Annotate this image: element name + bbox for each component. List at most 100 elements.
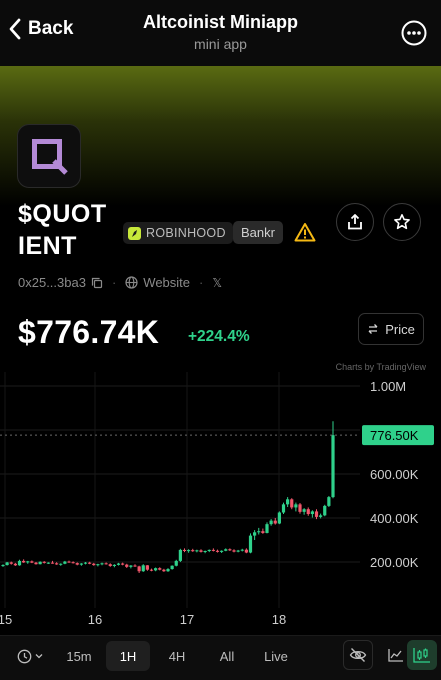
candle [306, 507, 310, 516]
candle [170, 565, 174, 570]
candle [220, 550, 224, 553]
interval-all[interactable]: All [208, 641, 246, 671]
globe-icon [125, 276, 138, 289]
candle [265, 522, 269, 534]
candle [121, 562, 125, 566]
price-toggle-label: Price [385, 321, 415, 337]
more-options-button[interactable] [401, 20, 427, 51]
chart-canvas: 1.00M 600.00K 400.00K 200.00K 776.50K 15 16 17… [0, 372, 434, 627]
price-toggle-button[interactable]: Price [358, 313, 424, 345]
candle [290, 498, 294, 510]
candle [215, 549, 220, 553]
candle [298, 503, 302, 514]
candle [269, 519, 273, 526]
candle [26, 560, 30, 564]
candle [133, 564, 137, 567]
svg-text:776.50K: 776.50K [370, 428, 419, 443]
interval-4h[interactable]: 4H [160, 641, 194, 671]
candle [257, 527, 261, 535]
candle [22, 559, 26, 563]
contract-address: 0x25...3ba3 [18, 275, 86, 290]
candle [191, 548, 195, 552]
candle [145, 565, 149, 571]
candle [323, 504, 327, 517]
candle [13, 562, 17, 566]
market-cap-value: $776.74K [18, 314, 160, 350]
swap-arrows-icon [368, 324, 378, 334]
candle [240, 548, 244, 552]
chart-toolbar: 15m 1H 4H All Live [0, 635, 441, 680]
price-chart[interactable]: 1.00M 600.00K 400.00K 200.00K 776.50K 15 16 17… [0, 372, 441, 634]
token-meta-row: 0x25...3ba3 · Website · 𝕏 [18, 275, 222, 290]
warning-icon[interactable] [294, 222, 316, 247]
candle [302, 508, 306, 515]
candle [59, 563, 63, 566]
candle [224, 548, 228, 552]
time-range-button[interactable] [12, 641, 48, 671]
interval-15m[interactable]: 15m [63, 641, 95, 671]
clock-icon [17, 649, 32, 663]
candle [310, 510, 314, 518]
last-price-label: 776.50K [362, 425, 434, 446]
candle [232, 549, 236, 553]
candle [112, 564, 116, 568]
x-link[interactable]: 𝕏 [212, 276, 222, 290]
candlestick-chart-button[interactable] [407, 640, 437, 670]
token-name-line1: $QUOT [18, 200, 107, 228]
candle [261, 528, 265, 534]
candle [178, 548, 182, 562]
candle [55, 562, 59, 565]
interval-1h[interactable]: 1H [106, 641, 150, 671]
meta-separator: · [111, 275, 117, 290]
interval-live[interactable]: Live [256, 641, 296, 671]
star-icon [394, 214, 410, 230]
candle [5, 562, 9, 566]
share-icon [348, 214, 362, 230]
candle [129, 565, 133, 569]
candle [63, 560, 67, 565]
candle [236, 549, 240, 553]
candle [162, 568, 166, 572]
candle [281, 502, 286, 515]
candle [154, 567, 158, 572]
candle [211, 548, 215, 552]
candle [277, 511, 281, 525]
favorite-button[interactable] [383, 203, 421, 241]
robinhood-icon [128, 226, 141, 240]
candle [137, 565, 141, 573]
share-button[interactable] [336, 203, 374, 241]
bankr-badge: Bankr [233, 221, 283, 244]
candle [294, 502, 298, 512]
candle [96, 563, 100, 567]
candle [108, 563, 112, 567]
platform-badge: ROBINHOOD [123, 222, 233, 244]
candle [199, 549, 203, 553]
candle [30, 560, 34, 564]
candle [253, 530, 257, 540]
candlestick-icon [413, 648, 430, 663]
line-chart-icon [388, 649, 403, 662]
candle [174, 559, 178, 567]
candle [79, 563, 83, 566]
y-tick-label: 400.00K [370, 511, 419, 526]
website-label: Website [143, 275, 191, 290]
candle [141, 564, 145, 572]
y-tick-label: 1.00M [370, 379, 406, 394]
x-tick-label: 16 [88, 612, 102, 627]
hide-chart-button[interactable] [343, 640, 373, 670]
token-logo [17, 124, 81, 188]
candle [207, 549, 211, 553]
page-title: Altcoinist Miniapp [143, 12, 298, 32]
candle [158, 567, 162, 571]
platform-badge-label: ROBINHOOD [146, 226, 226, 240]
token-name-line2: IENT [18, 232, 77, 260]
website-link[interactable]: Website [125, 275, 190, 290]
candle [286, 497, 290, 507]
copy-icon[interactable] [91, 277, 103, 289]
candle [149, 568, 154, 572]
token-name: $QUOT IENT [18, 198, 128, 262]
candle [327, 496, 331, 507]
y-tick-label: 200.00K [370, 555, 419, 570]
top-nav-bar: Back Altcoinist Miniapp mini app [0, 0, 441, 66]
candle [100, 562, 104, 566]
